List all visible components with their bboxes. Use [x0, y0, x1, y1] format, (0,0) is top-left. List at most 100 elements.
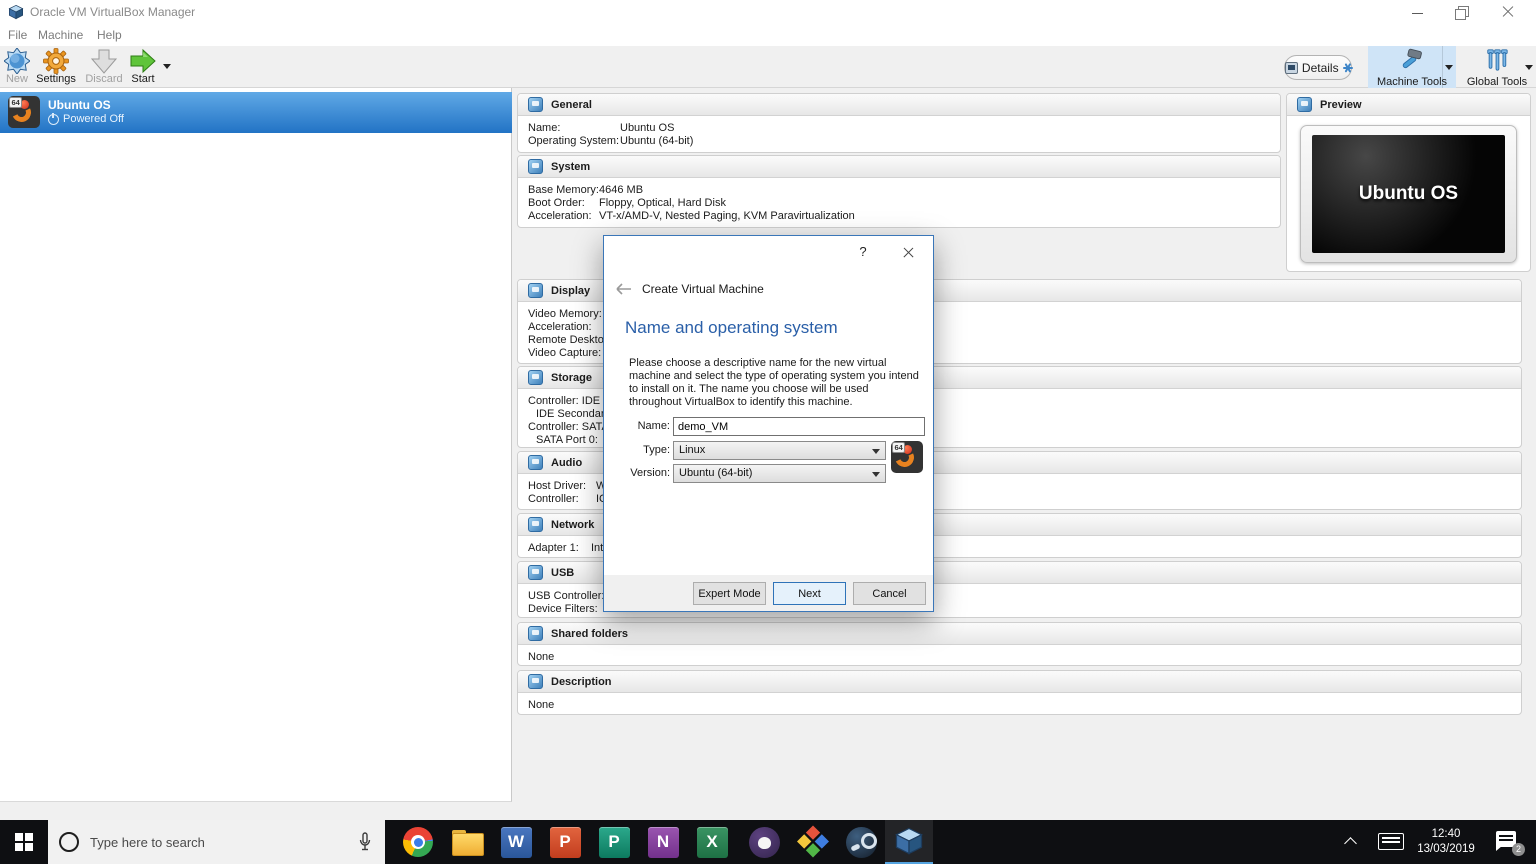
dialog-footer: Expert Mode Next Cancel — [604, 575, 933, 611]
virtualbox-icon — [894, 826, 924, 856]
global-tools-dropdown[interactable] — [1522, 46, 1536, 88]
settings-button[interactable]: Settings — [34, 48, 78, 88]
section-system-header[interactable]: System — [518, 156, 1280, 178]
taskbar: Type here to search W P P N X 12:40 13/0… — [0, 820, 1536, 864]
windows-logo-icon — [15, 833, 33, 851]
start-button[interactable]: Start — [121, 48, 165, 88]
taskbar-virtualbox-active[interactable] — [885, 820, 933, 864]
dialog-title: Create Virtual Machine — [642, 282, 764, 296]
global-tools-button[interactable]: Global Tools — [1458, 46, 1536, 88]
preview-monitor: Ubuntu OS — [1300, 125, 1517, 263]
taskbar-clock[interactable]: 12:40 13/03/2019 — [1406, 827, 1486, 857]
notification-badge: 2 — [1512, 843, 1525, 856]
menubar: File Machine Help — [0, 24, 1536, 46]
taskbar-chrome[interactable] — [394, 820, 442, 864]
dialog-close-icon[interactable] — [898, 242, 918, 262]
machine-tools-dropdown[interactable] — [1442, 46, 1456, 88]
cancel-button[interactable]: Cancel — [853, 582, 926, 605]
steam-icon — [846, 827, 877, 858]
back-arrow-icon[interactable] — [614, 283, 632, 295]
expert-mode-button[interactable]: Expert Mode — [693, 582, 766, 605]
clock-time: 12:40 — [1406, 827, 1486, 842]
machine-tools-hammer-icon — [1399, 48, 1425, 72]
file-explorer-icon — [452, 830, 482, 854]
description-icon — [528, 674, 543, 689]
github-icon — [749, 827, 780, 858]
tray-chevron-up-icon[interactable] — [1344, 837, 1357, 850]
section-general-header[interactable]: General — [518, 94, 1280, 116]
storage-icon — [528, 370, 543, 385]
start-arrow-icon — [130, 48, 156, 74]
general-icon — [528, 97, 543, 112]
next-button[interactable]: Next — [773, 582, 846, 605]
taskbar-diamond-app[interactable] — [789, 820, 837, 864]
restore-button[interactable] — [1445, 0, 1479, 24]
system-icon — [528, 159, 543, 174]
global-tools-icon — [1484, 48, 1510, 72]
preview-screen: Ubuntu OS — [1312, 135, 1505, 253]
touch-keyboard-icon[interactable] — [1378, 833, 1404, 850]
taskbar-file-explorer[interactable] — [443, 820, 491, 864]
taskbar-word[interactable]: W — [492, 820, 540, 864]
vm-list-item-ubuntu[interactable]: 64 Ubuntu OS Powered Off — [0, 92, 512, 133]
titlebar: Oracle VM VirtualBox Manager — [0, 0, 1536, 24]
type-select[interactable]: Linux — [673, 441, 886, 460]
dialog-description: Please choose a descriptive name for the… — [629, 357, 922, 409]
dialog-heading: Name and operating system — [625, 318, 838, 338]
create-vm-dialog: ? Create Virtual Machine Name and operat… — [603, 235, 934, 612]
chevron-down-icon — [872, 472, 880, 477]
new-vm-icon — [4, 48, 30, 74]
taskbar-publisher[interactable]: P — [590, 820, 638, 864]
publisher-icon: P — [599, 827, 630, 858]
network-icon — [528, 517, 543, 532]
machine-tools-button[interactable]: Machine Tools — [1368, 46, 1456, 88]
menu-file[interactable]: File — [8, 28, 27, 42]
display-icon — [528, 283, 543, 298]
cortana-icon — [59, 832, 79, 852]
vm-name-input[interactable] — [673, 417, 925, 436]
usb-icon — [528, 565, 543, 580]
settings-gear-icon — [43, 48, 69, 74]
selected-os-icon: 64 — [891, 441, 923, 473]
menu-machine[interactable]: Machine — [38, 28, 83, 42]
word-icon: W — [501, 827, 532, 858]
excel-icon: X — [697, 827, 728, 858]
microphone-icon[interactable] — [358, 832, 372, 852]
power-icon — [48, 114, 59, 125]
action-center-button[interactable]: 2 — [1496, 831, 1522, 853]
taskbar-github-desktop[interactable] — [740, 820, 788, 864]
64bit-badge: 64 — [892, 442, 905, 453]
taskbar-excel[interactable]: X — [688, 820, 736, 864]
taskbar-powerpoint[interactable]: P — [541, 820, 589, 864]
version-select[interactable]: Ubuntu (64-bit) — [673, 464, 886, 483]
section-description-header[interactable]: Description — [518, 671, 1521, 693]
taskbar-steam[interactable] — [837, 820, 885, 864]
ubuntu-os-icon: 64 — [8, 96, 40, 128]
preview-icon — [1297, 97, 1312, 112]
minimize-button[interactable] — [1401, 0, 1435, 24]
audio-icon — [528, 455, 543, 470]
close-button[interactable] — [1491, 0, 1525, 24]
window-title: Oracle VM VirtualBox Manager — [30, 5, 195, 19]
clock-date: 13/03/2019 — [1406, 842, 1486, 857]
dialog-help-button[interactable]: ? — [853, 242, 873, 262]
section-preview-header[interactable]: Preview — [1287, 94, 1530, 116]
discard-button[interactable]: Discard — [82, 48, 126, 88]
type-label: Type: — [614, 444, 670, 456]
section-shared-folders-header[interactable]: Shared folders — [518, 623, 1521, 645]
chrome-icon — [403, 827, 433, 857]
powerpoint-icon: P — [550, 827, 581, 858]
windows-start-button[interactable] — [0, 820, 48, 864]
details-pin-icon — [1343, 63, 1351, 73]
taskbar-search[interactable]: Type here to search — [48, 820, 385, 864]
taskbar-onenote[interactable]: N — [639, 820, 687, 864]
toolbar: New Settings Discard Start Details Machi… — [0, 46, 1536, 88]
start-dropdown-caret[interactable] — [163, 64, 171, 69]
menu-help[interactable]: Help — [97, 28, 122, 42]
desktop: Oracle VM VirtualBox Manager File Machin… — [0, 0, 1536, 864]
virtualbox-logo-icon — [8, 4, 24, 20]
vm-status: Powered Off — [48, 113, 124, 125]
64bit-badge: 64 — [9, 97, 22, 108]
shared-folders-icon — [528, 626, 543, 641]
details-toggle-button[interactable]: Details — [1284, 55, 1352, 80]
